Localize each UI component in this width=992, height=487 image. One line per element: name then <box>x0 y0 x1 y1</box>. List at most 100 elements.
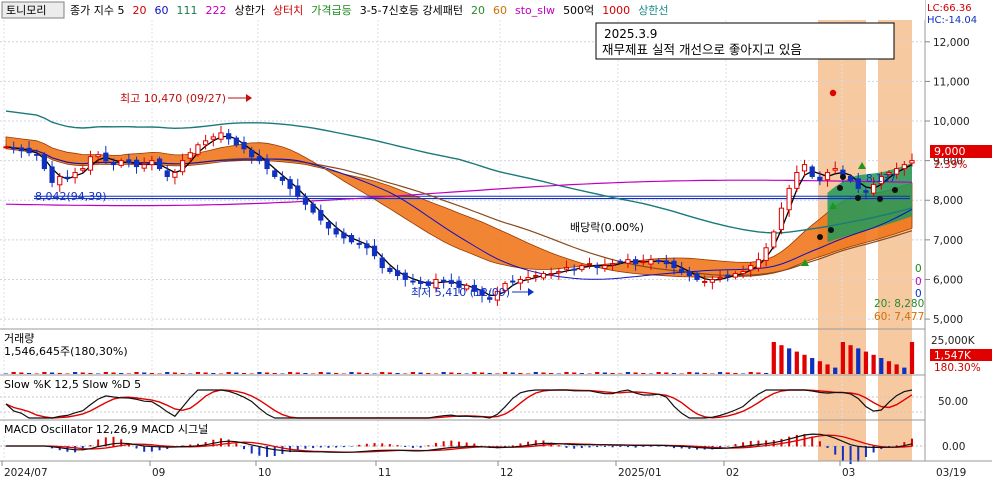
macd-y-tick: 0.00 <box>942 441 965 453</box>
macd-histogram-bar <box>619 446 622 447</box>
header-item: 상한가 <box>234 4 264 17</box>
candle-body <box>441 279 447 282</box>
candle-body <box>763 247 769 261</box>
candle-body <box>341 232 347 239</box>
y-tick-label: 12,000 <box>933 37 970 49</box>
volume-bar <box>479 372 485 374</box>
volume-bar <box>272 373 277 374</box>
candle-body <box>717 276 723 280</box>
zero-readout-2: 0 <box>915 276 922 288</box>
y-tick-label: 6,000 <box>933 274 963 286</box>
candle-body <box>755 259 762 269</box>
volume-bar <box>26 373 32 374</box>
volume-bar <box>472 372 477 374</box>
candle-body <box>579 265 585 271</box>
header-item: 가격급등 <box>311 4 351 17</box>
volume-bar <box>602 372 607 374</box>
candle-body <box>663 260 669 265</box>
signal-dot <box>817 234 823 240</box>
candle-body <box>302 197 309 205</box>
macd-histogram-bar <box>273 446 276 456</box>
volume-bar <box>694 372 700 374</box>
high-dot <box>829 89 837 97</box>
signal-dot <box>837 185 843 191</box>
signal-dot <box>855 195 861 201</box>
macd-histogram-bar <box>634 446 637 448</box>
volume-bar <box>664 372 669 374</box>
header-item: 상터치 <box>273 4 303 17</box>
volume-bar <box>702 373 707 374</box>
candle-body <box>133 159 140 168</box>
volume-bar <box>748 372 753 374</box>
macd-histogram-bar <box>557 445 560 447</box>
volume-bar <box>311 373 316 374</box>
macd-histogram-bar <box>626 446 629 448</box>
candle-body <box>586 263 593 266</box>
candle-body <box>379 257 385 269</box>
macd-histogram-bar <box>596 446 599 448</box>
volume-bar <box>510 372 515 374</box>
candle-body <box>310 203 316 213</box>
candle-body <box>540 273 547 279</box>
candle-body <box>632 259 639 265</box>
macd-title: MACD Oscillator 12,26,9 MACD 시그널 <box>4 423 208 436</box>
volume-bar <box>564 372 569 374</box>
macd-histogram-bar <box>396 445 399 447</box>
volume-bar <box>502 372 508 374</box>
volume-bar <box>3 373 9 374</box>
high-annotation: 최고 10,470 (09/27) <box>120 92 226 105</box>
macd-histogram-bar <box>458 441 460 447</box>
volume-bar <box>618 373 623 374</box>
volume-bar <box>525 373 531 374</box>
note-box[interactable]: 2025.3.9 재무제표 실적 개선으로 좋아지고 있음 <box>595 22 895 60</box>
volume-bar <box>549 373 554 374</box>
y-tick-label: 10,000 <box>933 116 970 128</box>
candle-body <box>732 273 739 278</box>
candle-body <box>709 278 715 283</box>
macd-histogram-bar <box>427 445 430 447</box>
macd-histogram-bar <box>112 436 115 447</box>
volume-bar <box>119 373 124 374</box>
volume-bar <box>72 372 78 374</box>
header-item: 종가 지수 5 <box>70 4 124 17</box>
volume-bar <box>410 372 416 374</box>
volume-bar <box>595 372 600 374</box>
candle-body <box>817 176 823 181</box>
volume-bar <box>226 372 231 374</box>
candle-body <box>625 259 631 264</box>
macd-histogram-bar <box>243 446 246 450</box>
stock-chart[interactable]: 토니모리 종가 지수 5 20 60 111 222 상한가 상터치 가격급등 3-5-7신호등… <box>0 0 992 484</box>
volume-bar <box>433 373 439 374</box>
candle-body <box>648 259 654 265</box>
candle-body <box>318 210 324 221</box>
volume-bar <box>648 373 654 374</box>
volume-bar <box>380 372 385 374</box>
candle-body <box>548 273 554 276</box>
volume-bar <box>894 364 899 374</box>
candle-body <box>617 260 623 263</box>
x-tick-label: 09 <box>152 467 165 479</box>
y-tick-label: 11,000 <box>933 76 970 88</box>
x-tick-label: 02 <box>726 467 739 479</box>
header-item: 222 <box>205 4 226 17</box>
volume-bar <box>19 372 24 374</box>
candle-body <box>64 176 71 179</box>
macd-histogram-bar <box>312 446 315 449</box>
candle-body <box>571 268 577 271</box>
x-tick-label: 10 <box>258 467 271 479</box>
macd-histogram-bar <box>143 446 146 452</box>
candle-body <box>49 166 55 183</box>
candle-body <box>517 278 524 284</box>
volume-bar <box>188 373 193 374</box>
header-item: 20 <box>132 4 146 17</box>
volume-bar <box>257 372 262 374</box>
macd-histogram-bar <box>304 446 307 449</box>
lc-readout: LC:66.36 <box>927 3 972 14</box>
candle-body <box>187 152 193 159</box>
volume-bar <box>180 373 185 374</box>
volume-bar <box>88 373 93 374</box>
header-item: 500억 <box>563 4 594 17</box>
volume-bar <box>287 372 293 374</box>
macd-histogram-bar <box>565 446 568 448</box>
volume-bar <box>464 373 469 374</box>
